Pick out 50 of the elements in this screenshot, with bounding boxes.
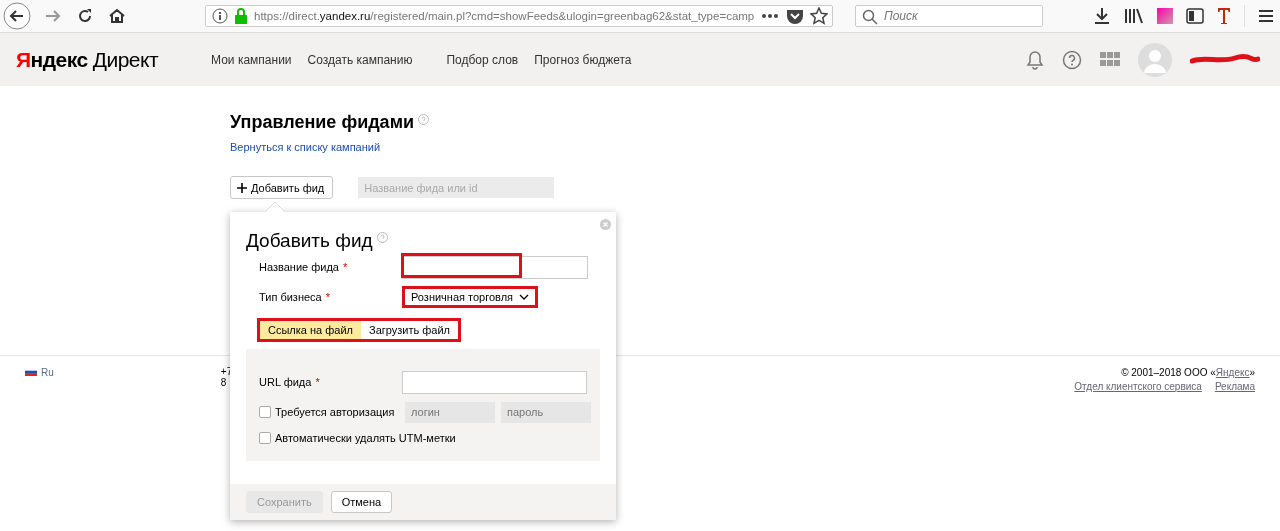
checkbox[interactable] (259, 432, 271, 444)
serif-letter-icon[interactable] (1217, 7, 1231, 25)
required-asterisk: * (315, 376, 320, 388)
footer-link[interactable]: Отдел клиентского сервиса (1074, 380, 1202, 394)
field-label: Тип бизнеса (259, 291, 322, 303)
search-icon[interactable] (862, 9, 878, 25)
russia-flag-icon[interactable] (25, 368, 37, 376)
language-link[interactable]: Ru (41, 366, 54, 378)
checkbox[interactable] (259, 406, 271, 418)
sidebar-icon[interactable] (1186, 8, 1204, 24)
nav-link[interactable]: Прогноз бюджета (534, 52, 632, 67)
checkbox-label: Автоматически удалять UTM-метки (275, 432, 456, 444)
dialog-title: Добавить фид (246, 230, 373, 252)
filter-field[interactable]: Название фида или id (358, 177, 555, 198)
address-bar[interactable]: https://direct.yandex.ru/registered/main.pl?cmd=showFeeds&ulogin=greenbag62&stat_type=camp (205, 5, 833, 27)
logo[interactable]: Яндекс Директ (16, 47, 159, 72)
search-field[interactable]: Поиск (855, 5, 1043, 27)
cancel-button[interactable]: Отмена (330, 491, 393, 513)
page-title: Управление фидами (230, 112, 414, 133)
yandex-link[interactable]: Яндекс (1215, 367, 1250, 378)
home-icon[interactable] (107, 6, 127, 26)
field-label: URL фида (259, 376, 312, 388)
info-icon[interactable] (212, 8, 228, 24)
checkbox-label: Требуется авторизация (275, 406, 395, 418)
add-feed-button[interactable]: Добавить фид (230, 176, 334, 199)
library-icon[interactable] (1124, 7, 1144, 25)
chevron-down-icon (519, 294, 530, 300)
nav-link[interactable]: Создать кампанию (307, 52, 413, 67)
back-icon[interactable] (3, 2, 31, 30)
download-icon[interactable] (1093, 7, 1111, 25)
feed-url-field[interactable] (402, 370, 587, 394)
footer-link[interactable]: Реклама (1214, 380, 1255, 394)
nav-link[interactable]: Подбор слов (446, 52, 519, 67)
required-asterisk: * (325, 291, 330, 303)
business-type-dropdown[interactable]: Розничная торговля (402, 286, 539, 308)
url-text: https://direct.yandex.ru/registered/main.pl?cmd=showFeeds&ulogin=greenbag62&stat_type=camp (254, 10, 755, 22)
help-icon[interactable] (1062, 49, 1082, 70)
field-label: Название фида (259, 261, 339, 273)
back-link[interactable]: Вернуться к списку кампаний (230, 141, 1280, 153)
star-icon[interactable] (810, 7, 829, 25)
pocket-icon[interactable] (786, 8, 805, 24)
required-asterisk: * (342, 261, 348, 273)
bell-icon[interactable] (1026, 49, 1044, 70)
lock-icon[interactable] (234, 8, 248, 24)
source-tab[interactable]: Ссылка на файл (260, 321, 361, 339)
nav-link[interactable]: Мои кампании (211, 52, 292, 67)
phone-text: 8 (220, 377, 228, 388)
plus-icon (237, 182, 247, 193)
menu-icon[interactable] (1258, 9, 1274, 23)
copyright-text: © 2001–2018 ООО «Яндекс» (1120, 366, 1255, 380)
